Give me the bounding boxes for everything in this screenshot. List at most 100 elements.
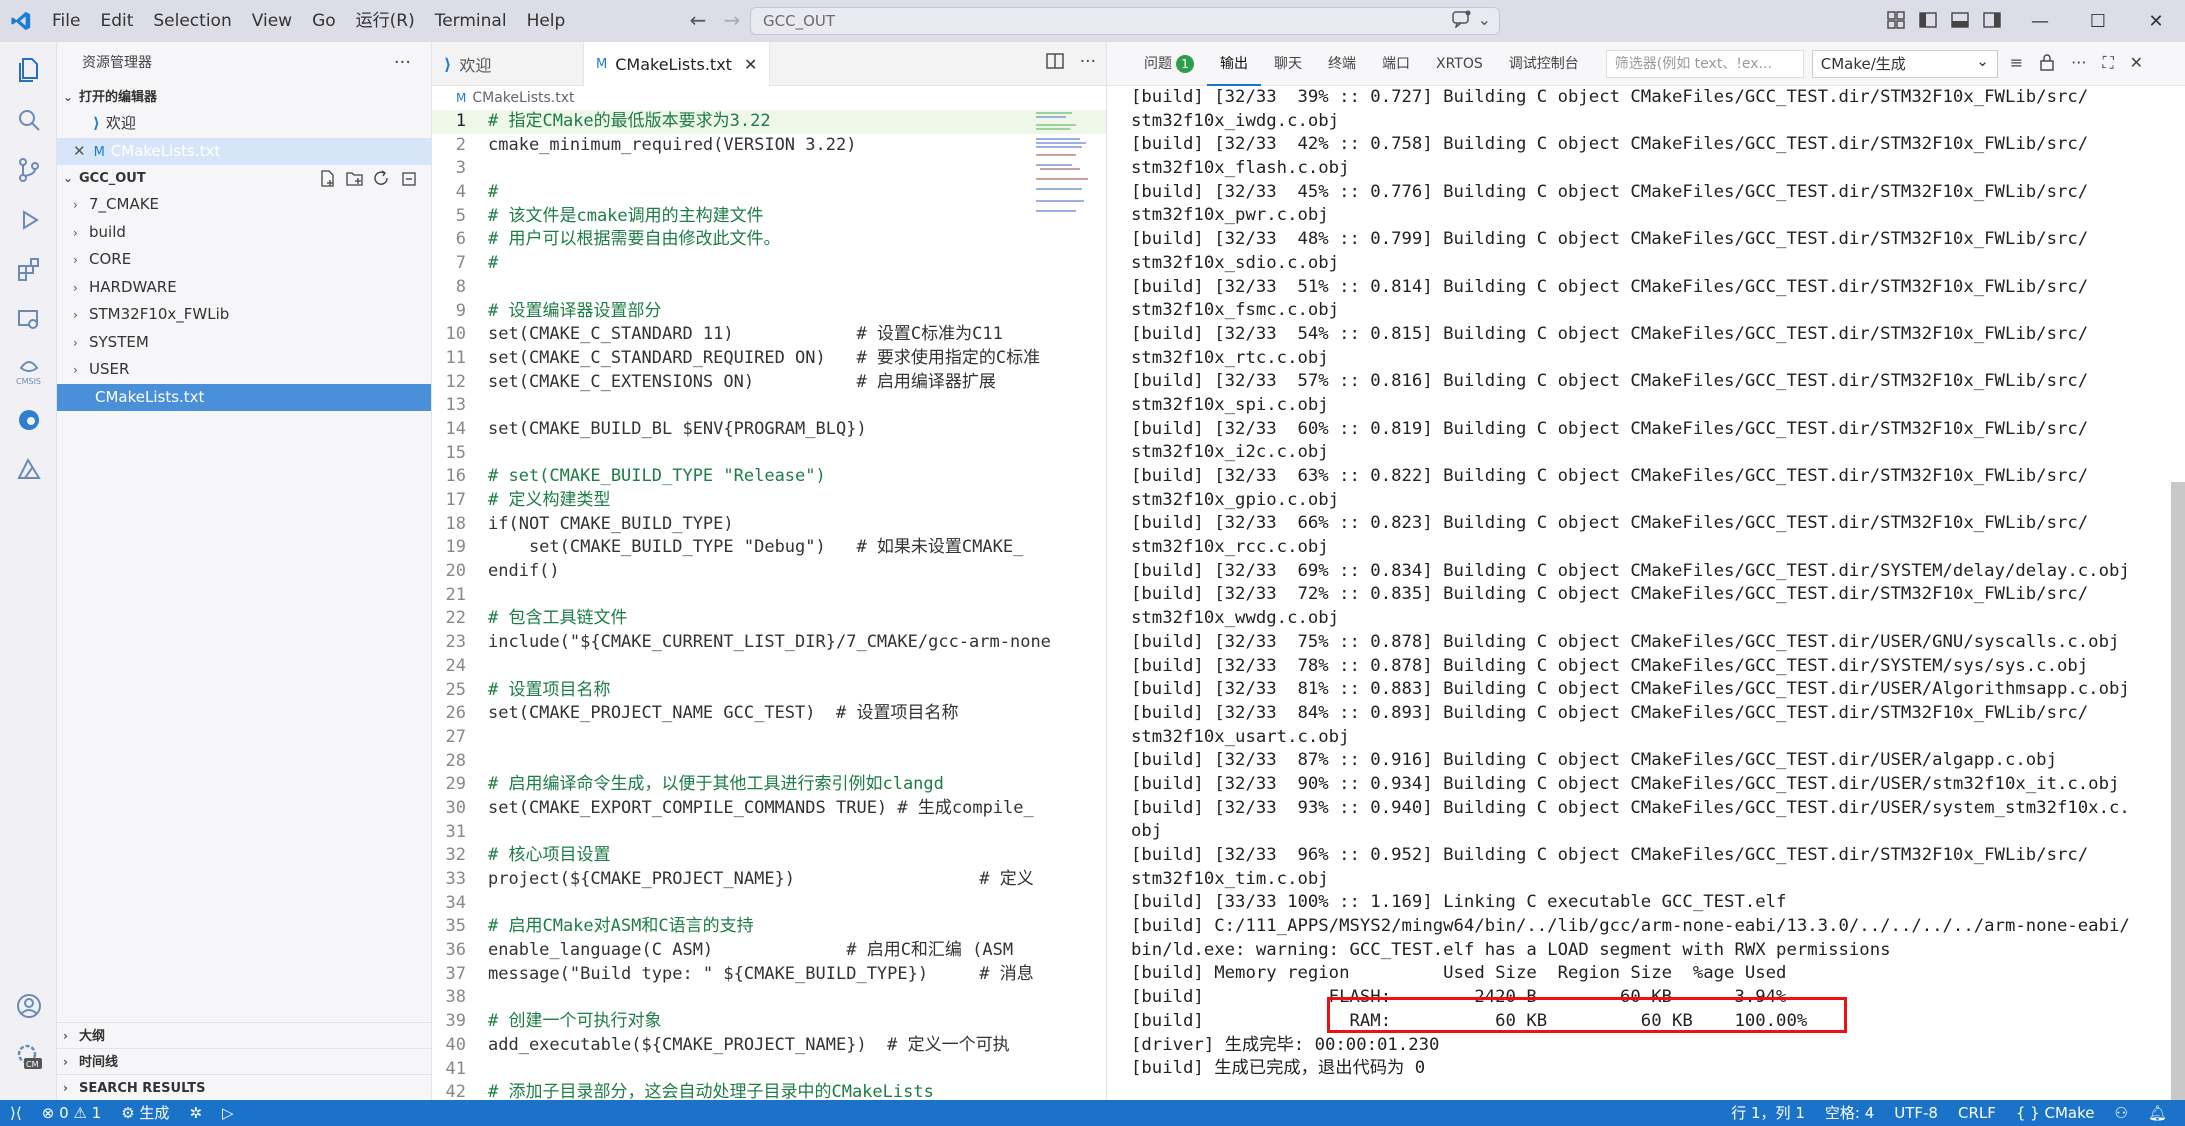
tab-terminal[interactable]: 终端	[1315, 42, 1369, 86]
close-icon[interactable]: ✕	[2127, 0, 2185, 42]
menu-terminal[interactable]: Terminal	[425, 0, 517, 42]
manage-gear-icon[interactable]: CM	[9, 1036, 49, 1076]
maximize-panel-icon[interactable]: ⛶	[2102, 53, 2113, 75]
code-line[interactable]: 25 # 设置项目名称	[432, 679, 1106, 703]
code-line[interactable]: 5 # 该文件是cmake调用的主构建文件	[432, 205, 1106, 229]
indentation[interactable]: 空格: 4	[1815, 1100, 1884, 1126]
menu-view[interactable]: View	[242, 0, 302, 42]
code-line[interactable]: 42 # 添加子目录部分，这会自动处理子目录中的CMakeLists	[432, 1081, 1106, 1100]
edge-icon[interactable]	[9, 400, 49, 440]
copilot-icon[interactable]: ⚇	[2105, 1100, 2138, 1126]
menu-help[interactable]: Help	[517, 0, 576, 42]
code-line[interactable]: 9 # 设置编译器设置部分	[432, 300, 1106, 324]
tree-item-fwlib[interactable]: › STM32F10x_FWLib	[57, 301, 431, 329]
extensions-icon[interactable]	[9, 250, 49, 290]
azure-icon[interactable]	[9, 450, 49, 490]
code-line[interactable]: 28	[432, 750, 1106, 774]
toggle-panel-icon[interactable]	[1950, 10, 1970, 30]
cmake-build-status[interactable]: ⚙ 生成	[111, 1100, 179, 1126]
remote-icon[interactable]: ⟩⟨	[0, 1100, 32, 1126]
menu-file[interactable]: File	[42, 0, 90, 42]
source-control-icon[interactable]	[9, 150, 49, 190]
tree-item-user[interactable]: › USER	[57, 356, 431, 384]
more-actions-icon[interactable]: ···	[1080, 52, 1096, 75]
tab-welcome[interactable]: ⟩ 欢迎	[432, 42, 584, 86]
split-editor-icon[interactable]	[1046, 52, 1064, 75]
tree-item-build[interactable]: › build	[57, 219, 431, 247]
code-line[interactable]: 32 # 核心项目设置	[432, 844, 1106, 868]
search-icon[interactable]	[9, 100, 49, 140]
code-line[interactable]: 26 set(CMAKE_PROJECT_NAME GCC_TEST) # 设置项…	[432, 702, 1106, 726]
output-filter-input[interactable]: 筛选器(例如 text、!ex...	[1605, 49, 1804, 78]
code-line[interactable]: 4 #	[432, 181, 1106, 205]
tree-item-hardware[interactable]: › HARDWARE	[57, 274, 431, 302]
maximize-icon[interactable]: ☐	[2069, 0, 2127, 42]
code-line[interactable]: 3	[432, 157, 1106, 181]
code-line[interactable]: 8	[432, 276, 1106, 300]
code-line[interactable]: 31	[432, 821, 1106, 845]
code-line[interactable]: 15	[432, 442, 1106, 466]
close-tab-icon[interactable]: ✕	[744, 55, 757, 74]
tab-problems[interactable]: 问题 1	[1131, 42, 1207, 86]
code-line[interactable]: 17 # 定义构建类型	[432, 489, 1106, 513]
code-line[interactable]: 10 set(CMAKE_C_STANDARD 11) # 设置C标准为C11	[432, 323, 1106, 347]
command-center-search[interactable]: GCC_OUT ⌄	[750, 7, 1500, 35]
menu-edit[interactable]: Edit	[90, 0, 143, 42]
new-folder-icon[interactable]	[346, 170, 363, 187]
toggle-sidebar-icon[interactable]	[1918, 10, 1938, 30]
tree-item-cmakelists[interactable]: CMakeLists.txt	[57, 383, 431, 411]
notifications-icon[interactable]: 🔔︎	[2138, 1100, 2177, 1126]
tree-item-7-cmake[interactable]: › 7_CMAKE	[57, 191, 431, 219]
forward-arrow-icon[interactable]: →	[720, 8, 744, 32]
explorer-icon[interactable]	[9, 50, 49, 90]
code-line[interactable]: 33 project(${CMAKE_PROJECT_NAME}) # 定义	[432, 868, 1106, 892]
remote-explorer-icon[interactable]	[9, 300, 49, 340]
copilot-chat-icon[interactable]	[1451, 10, 1472, 32]
run-icon[interactable]: ▷	[212, 1100, 244, 1126]
tab-ports[interactable]: 端口	[1369, 42, 1423, 86]
code-line[interactable]: 30 set(CMAKE_EXPORT_COMPILE_COMMANDS TRUE…	[432, 797, 1106, 821]
tab-chat[interactable]: 聊天	[1261, 42, 1315, 86]
code-line[interactable]: 24	[432, 655, 1106, 679]
code-line[interactable]: 39 # 创建一个可执行对象	[432, 1010, 1106, 1034]
menu-go[interactable]: Go	[302, 0, 346, 42]
code-line[interactable]: 27	[432, 726, 1106, 750]
code-line[interactable]: 1 # 指定CMake的最低版本要求为3.22	[432, 110, 1106, 134]
clear-output-icon[interactable]: ≡	[2010, 53, 2023, 75]
code-editor[interactable]: 1 # 指定CMake的最低版本要求为3.22 2 cmake_minimum_req…	[432, 110, 1106, 1100]
open-editor-cmakelists[interactable]: ✕ M CMakeLists.txt	[57, 137, 431, 165]
cursor-position[interactable]: 行 1，列 1	[1721, 1100, 1815, 1126]
more-actions-icon[interactable]: ···	[394, 42, 411, 84]
new-file-icon[interactable]	[319, 170, 336, 187]
outline-header[interactable]: › 大纲	[57, 1022, 431, 1048]
code-line[interactable]: 35 # 启用CMake对ASM和C语言的支持	[432, 915, 1106, 939]
chevron-down-icon[interactable]: ⌄	[1478, 10, 1491, 32]
refresh-icon[interactable]	[373, 170, 390, 187]
tab-cmakelists[interactable]: M CMakeLists.txt ✕	[584, 42, 770, 86]
minimize-icon[interactable]: —	[2011, 0, 2069, 42]
customize-layout-icon[interactable]	[1886, 10, 1906, 30]
tab-xrtos[interactable]: XRTOS	[1423, 42, 1496, 86]
code-line[interactable]: 36 enable_language(C ASM) # 启用C和汇编 (ASM	[432, 939, 1106, 963]
open-editors-header[interactable]: ⌄ 打开的编辑器	[57, 84, 431, 110]
tab-output[interactable]: 输出	[1207, 42, 1261, 86]
collapse-all-icon[interactable]	[400, 170, 417, 187]
code-line[interactable]: 14 set(CMAKE_BUILD_BL $ENV{PROGRAM_BLQ})	[432, 418, 1106, 442]
lock-icon[interactable]	[2039, 53, 2055, 75]
code-line[interactable]: 11 set(CMAKE_C_STANDARD_REQUIRED ON) # 要求…	[432, 347, 1106, 371]
code-line[interactable]: 12 set(CMAKE_C_EXTENSIONS ON) # 启用编译器扩展	[432, 371, 1106, 395]
tab-debug-console[interactable]: 调试控制台	[1496, 42, 1592, 86]
code-line[interactable]: 29 # 启用编译命令生成，以便于其他工具进行索引例如clangd	[432, 773, 1106, 797]
debug-icon[interactable]: ✲	[179, 1100, 212, 1126]
problems-status[interactable]: ⊗ 0 ⚠ 1	[32, 1100, 111, 1126]
code-line[interactable]: 21	[432, 584, 1106, 608]
code-line[interactable]: 37 message("Build type: " ${CMAKE_BUILD_T…	[432, 963, 1106, 987]
output-log[interactable]: [build] [32/33 39% :: 0.727] Building C …	[1131, 86, 2171, 1100]
code-line[interactable]: 19 set(CMAKE_BUILD_TYPE "Debug") # 如果未设置…	[432, 536, 1106, 560]
more-actions-icon[interactable]: ···	[2071, 53, 2086, 75]
tree-item-system[interactable]: › SYSTEM	[57, 329, 431, 357]
output-scrollbar[interactable]	[2171, 482, 2185, 1100]
code-line[interactable]: 23 include("${CMAKE_CURRENT_LIST_DIR}/7_C…	[432, 631, 1106, 655]
menu-selection[interactable]: Selection	[143, 0, 241, 42]
cmsis-icon[interactable]: CMSIS	[9, 350, 49, 390]
